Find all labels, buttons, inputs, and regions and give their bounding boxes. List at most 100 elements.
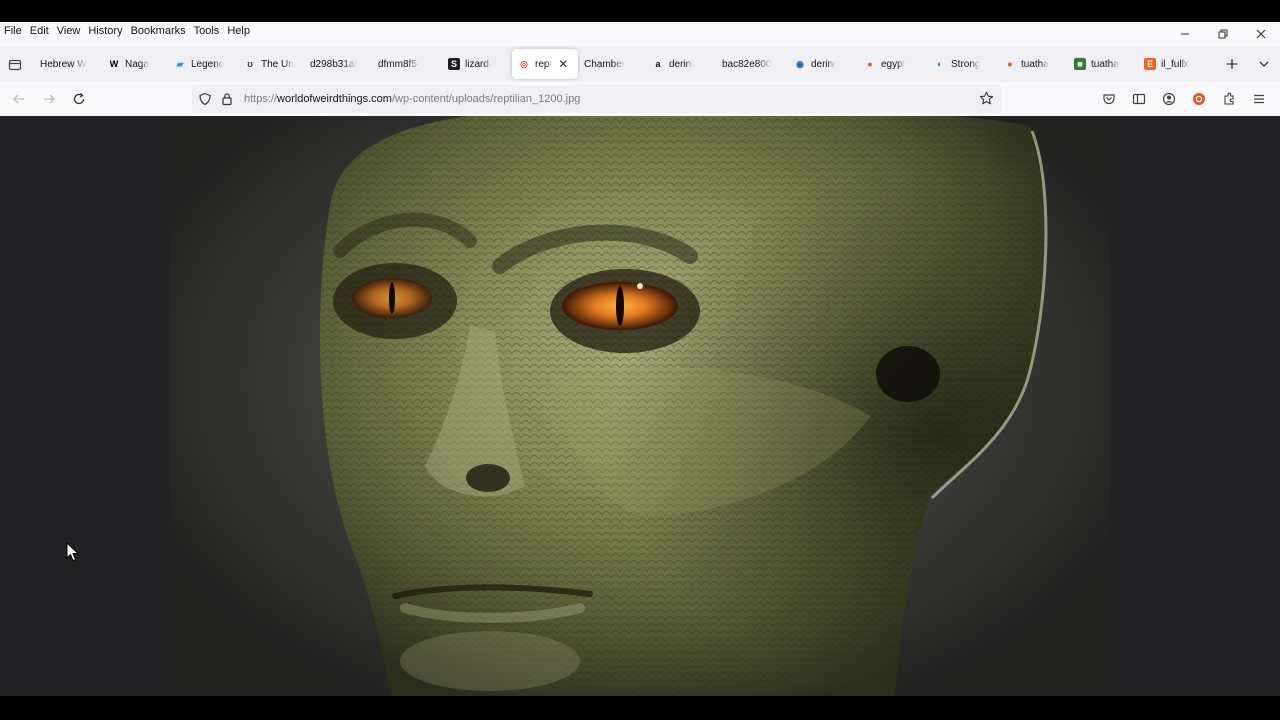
restore-button[interactable] [1204, 22, 1242, 46]
url-text[interactable]: https://worldofweirdthings.com/wp-conten… [244, 93, 580, 105]
unz-logo-icon: ʊ [247, 59, 253, 69]
extensions-button[interactable] [1214, 84, 1244, 114]
list-all-tabs-button[interactable] [1254, 46, 1274, 82]
chat-bubble-icon: ▰ [176, 58, 184, 69]
app-menu-button[interactable] [1244, 84, 1274, 114]
menu-file[interactable]: File [0, 22, 26, 40]
tab-0[interactable]: Hebrew W [34, 49, 102, 79]
star-icon [979, 91, 994, 105]
chevron-down-icon [1259, 61, 1269, 67]
tab-10[interactable]: bac82e800 [716, 49, 788, 79]
new-tab-button[interactable] [1222, 46, 1242, 82]
tab-label: d298b31af [310, 58, 358, 70]
forward-arrow-icon [44, 94, 55, 104]
site-info-button[interactable] [216, 85, 238, 113]
tab-label: derini [669, 58, 694, 70]
close-window-button[interactable] [1242, 22, 1280, 46]
nav-bar: https://worldofweirdthings.com/wp-conten… [0, 82, 1280, 116]
scribd-s-icon: S [448, 58, 460, 70]
browser-window: File Edit View History Bookmarks Tools H… [0, 22, 1280, 696]
tab-label: rept [535, 58, 553, 70]
tab-8[interactable]: Chamber [578, 49, 646, 79]
circle-red-icon: ◎ [520, 58, 528, 69]
tab-label: The Un [261, 58, 294, 70]
url-scheme: https:// [244, 93, 278, 105]
tab-label: Hebrew W [40, 58, 87, 70]
minimize-icon [1181, 33, 1189, 35]
back-arrow-icon [13, 94, 24, 104]
reptilian-face-illustration [320, 116, 1048, 696]
page-content [0, 116, 1280, 696]
tab-label: tuatha [1091, 58, 1119, 70]
tab-6[interactable]: Slizard- [442, 49, 512, 79]
back-button[interactable] [4, 84, 34, 114]
tab-16[interactable]: Eil_fullx [1138, 49, 1208, 79]
url-path: /wp-content/uploads/reptilian_1200.jpg [391, 93, 581, 105]
menu-bar: File Edit View History Bookmarks Tools H… [0, 22, 1280, 40]
close-icon [1256, 29, 1266, 39]
duckduckgo-icon: ● [867, 59, 873, 69]
plus-icon [1227, 59, 1237, 69]
tab-1[interactable]: W Naga [102, 49, 168, 79]
blue-globe-icon: ◐ [937, 59, 943, 69]
bookmark-star-button[interactable] [979, 91, 994, 111]
menu-history[interactable]: History [84, 22, 126, 40]
sidebar-button[interactable] [1124, 84, 1154, 114]
tab-5[interactable]: dfmm8f5- [372, 49, 442, 79]
wikipedia-w-icon: W [109, 59, 119, 69]
tab-7[interactable]: ◎ rept ✕ [512, 49, 578, 79]
tab-label: il_fullx [1161, 58, 1189, 70]
firefox-view-button[interactable] [0, 46, 30, 82]
account-icon [1162, 92, 1176, 106]
etsy-e-icon: E [1144, 58, 1156, 70]
tab-label: Strong [951, 58, 981, 70]
firefox-view-icon [8, 59, 22, 71]
account-button[interactable] [1154, 84, 1184, 114]
menu-edit[interactable]: Edit [26, 22, 53, 40]
pocket-button[interactable] [1094, 84, 1124, 114]
tab-14[interactable]: ● tuatha [998, 49, 1068, 79]
tab-4[interactable]: d298b31af [304, 49, 372, 79]
amazon-a-icon: a [655, 59, 661, 69]
reload-icon [73, 93, 85, 105]
mouse-cursor-icon [66, 542, 80, 562]
menu-view[interactable]: View [53, 22, 85, 40]
tab-strip: Hebrew W W Naga ▰ Legenc ʊ The Un d298b31af dfmm… [0, 46, 1280, 82]
tab-9[interactable]: a derini [646, 49, 716, 79]
tab-3[interactable]: ʊ The Un [238, 49, 304, 79]
globe-swirl-icon: ◉ [796, 58, 804, 69]
tab-15[interactable]: ■ tuatha [1068, 49, 1138, 79]
tab-close-button[interactable]: ✕ [558, 57, 568, 71]
minimize-button[interactable] [1166, 22, 1204, 46]
tab-label: bac82e800 [722, 58, 772, 70]
url-bar[interactable]: https://worldofweirdthings.com/wp-conten… [192, 85, 1002, 113]
tab-label: Naga [125, 58, 149, 70]
extension-icon [1224, 92, 1234, 105]
forward-button[interactable] [34, 84, 64, 114]
hamburger-menu-icon [1254, 94, 1264, 104]
lock-icon [222, 93, 232, 106]
letterbox-bottom [0, 696, 1280, 720]
menu-help[interactable]: Help [223, 22, 254, 40]
tab-12[interactable]: ● egypt [858, 49, 928, 79]
tab-label: derini [811, 58, 836, 70]
reload-button[interactable] [64, 84, 94, 114]
letterbox-top [0, 0, 1280, 22]
tab-11[interactable]: ◉ derini [788, 49, 858, 79]
tab-label: Chamber [584, 58, 626, 70]
tab-2[interactable]: ▰ Legenc [168, 49, 238, 79]
duckduckgo-icon: ● [1007, 59, 1013, 69]
tabs-container: Hebrew W W Naga ▰ Legenc ʊ The Un d298b31af dfmm… [30, 46, 1208, 82]
reptilian-image[interactable] [170, 116, 1110, 696]
tracking-protection-button[interactable] [194, 85, 216, 113]
window-controls [1166, 22, 1280, 46]
duckduckgo-extension-button[interactable] [1184, 84, 1214, 114]
tab-label: tuatha [1021, 58, 1049, 70]
tab-13[interactable]: ◐ Strong [928, 49, 998, 79]
tab-label: Legenc [191, 58, 224, 70]
menu-tools[interactable]: Tools [190, 22, 224, 40]
pocket-icon [1103, 94, 1115, 105]
sidebar-icon [1132, 93, 1146, 105]
menu-bookmarks[interactable]: Bookmarks [127, 22, 190, 40]
restore-icon [1218, 29, 1228, 39]
